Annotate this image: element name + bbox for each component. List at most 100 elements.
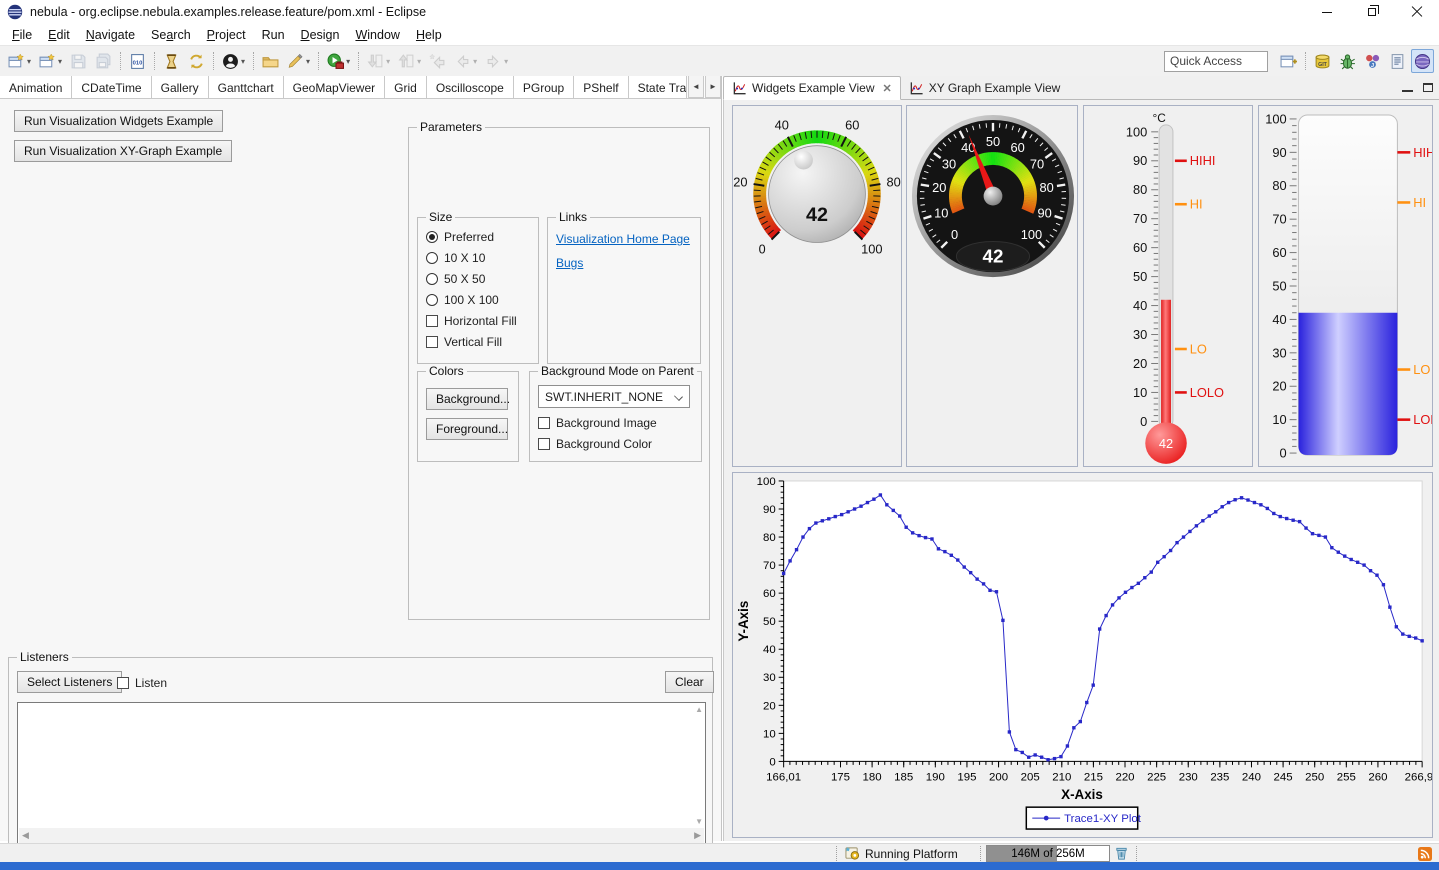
- size-option-preferred[interactable]: Preferred: [418, 226, 538, 247]
- prev-annotation-dropdown-icon[interactable]: ▾: [417, 57, 421, 66]
- menu-navigate[interactable]: Navigate: [78, 28, 143, 42]
- gauge-widget[interactable]: 010203040506070809010042: [906, 105, 1078, 467]
- view-tab-xy-graph-example-view[interactable]: XY Graph Example View: [901, 76, 1069, 100]
- size-option-50-x-50[interactable]: 50 X 50: [418, 268, 538, 289]
- heap-status[interactable]: 146M of 256M: [986, 845, 1110, 862]
- example-tab-ganttchart[interactable]: Ganttchart: [209, 76, 284, 99]
- menu-file[interactable]: File: [4, 28, 40, 42]
- example-tab-cdatetime[interactable]: CDateTime: [72, 76, 151, 99]
- run-dropdown-icon[interactable]: ▾: [346, 57, 350, 66]
- scripting-perspective-button[interactable]: [1386, 49, 1409, 73]
- select-listeners-button[interactable]: Select Listeners: [17, 671, 122, 693]
- debug-perspective-button[interactable]: [1336, 49, 1359, 73]
- run-gc-button[interactable]: [1114, 844, 1129, 863]
- size-option-10-x-10[interactable]: 10 X 10: [418, 247, 538, 268]
- svg-text:80: 80: [886, 174, 900, 189]
- example-tab-oscilloscope[interactable]: Oscilloscope: [427, 76, 514, 99]
- run-button[interactable]: ▾: [324, 49, 353, 73]
- example-tab-animation[interactable]: Animation: [0, 76, 72, 99]
- git-perspective-button[interactable]: GIT: [1311, 49, 1334, 73]
- menu-search[interactable]: Search: [143, 28, 199, 42]
- menu-window[interactable]: Window: [347, 28, 407, 42]
- back-dropdown-icon[interactable]: ▾: [473, 57, 477, 66]
- binary-file-button[interactable]: 010: [126, 49, 149, 73]
- clear-button[interactable]: Clear: [665, 671, 714, 693]
- minimize-button[interactable]: [1304, 0, 1349, 24]
- background-mode-dropdown[interactable]: SWT.INHERIT_NONE: [538, 385, 690, 408]
- size-group-title: Size: [426, 210, 455, 224]
- forward-icon: [485, 53, 502, 70]
- menu-project[interactable]: Project: [199, 28, 254, 42]
- scroll-left-icon[interactable]: ◀: [22, 830, 29, 841]
- svg-text:90: 90: [1272, 145, 1286, 160]
- new-menu-button[interactable]: ▾: [36, 49, 65, 73]
- menu-run[interactable]: Run: [254, 28, 293, 42]
- forward-button[interactable]: ▾: [482, 49, 511, 73]
- size-option-100-x-100[interactable]: 100 X 100: [418, 289, 538, 310]
- scroll-right-icon[interactable]: ▶: [694, 830, 701, 841]
- new-wizard-dropdown-icon[interactable]: ▾: [27, 57, 31, 66]
- refresh-button[interactable]: [185, 49, 208, 73]
- link-visualization-home-page[interactable]: Visualization Home Page: [556, 232, 700, 246]
- view-tab-widgets-example-view[interactable]: Widgets Example View✕: [723, 76, 901, 100]
- background-color-checkbox[interactable]: Background Color: [530, 433, 701, 454]
- toolbar-separator: [1305, 52, 1306, 70]
- menu-edit[interactable]: Edit: [40, 28, 78, 42]
- new-wizard-button[interactable]: ▾: [5, 49, 34, 73]
- restore-button[interactable]: [1349, 0, 1394, 24]
- scroll-down-icon[interactable]: ▼: [695, 817, 703, 826]
- save-all-button[interactable]: [92, 49, 115, 73]
- minimize-view-icon[interactable]: [1402, 83, 1413, 92]
- example-tab-pshelf[interactable]: PShelf: [574, 76, 628, 99]
- run-widgets-example-button[interactable]: Run Visualization Widgets Example: [14, 110, 223, 132]
- thermometer-widget[interactable]: °C0102030405060708090100HIHIHILOLOLO42: [1083, 105, 1253, 467]
- user-dropdown-icon[interactable]: ▾: [241, 57, 245, 66]
- menu-design[interactable]: Design: [293, 28, 348, 42]
- next-annotation-button[interactable]: ▾: [364, 49, 393, 73]
- foreground-color-button[interactable]: Foreground...: [426, 418, 508, 440]
- xy-graph[interactable]: 0102030405060708090100166,01175180185190…: [732, 472, 1433, 838]
- highlighter-button[interactable]: ▾: [284, 49, 313, 73]
- last-edit-location-button[interactable]: [426, 49, 449, 73]
- example-tab-grid[interactable]: Grid: [385, 76, 427, 99]
- horizontal-scrollbar[interactable]: ◀▶: [19, 828, 704, 843]
- tab-scroll-right-icon[interactable]: ►: [705, 76, 721, 98]
- tank-widget[interactable]: 0102030405060708090100HIHIHILOLOLO: [1258, 105, 1433, 467]
- news-feed-button[interactable]: [1418, 844, 1432, 863]
- listener-log-area[interactable]: ▲ ▼ ◀▶: [17, 702, 706, 845]
- scroll-up-icon[interactable]: ▲: [695, 705, 703, 714]
- svg-text:70: 70: [763, 560, 776, 572]
- open-perspective-button[interactable]: [1277, 49, 1300, 73]
- java-perspective-button[interactable]: J: [1361, 49, 1384, 73]
- forward-dropdown-icon[interactable]: ▾: [504, 57, 508, 66]
- user-button[interactable]: ▾: [219, 49, 248, 73]
- knob-widget[interactable]: 02040608010042: [732, 105, 902, 467]
- tab-scroll-buttons: ◄►: [686, 76, 721, 98]
- example-tab-gallery[interactable]: Gallery: [152, 76, 209, 99]
- background-image-checkbox[interactable]: Background Image: [530, 412, 701, 433]
- new-menu-dropdown-icon[interactable]: ▾: [58, 57, 62, 66]
- highlighter-dropdown-icon[interactable]: ▾: [306, 57, 310, 66]
- back-button[interactable]: ▾: [451, 49, 480, 73]
- ant-build-button[interactable]: [160, 49, 183, 73]
- link-bugs[interactable]: Bugs: [556, 256, 700, 270]
- background-color-button[interactable]: Background...: [426, 388, 508, 410]
- run-xygraph-example-button[interactable]: Run Visualization XY-Graph Example: [14, 140, 232, 162]
- listen-checkbox[interactable]: Listen: [109, 672, 167, 693]
- quick-access-input[interactable]: [1164, 51, 1268, 72]
- size-horizontal-fill-checkbox[interactable]: Horizontal Fill: [418, 310, 538, 331]
- open-folder-button[interactable]: [259, 49, 282, 73]
- size-vertical-fill-checkbox[interactable]: Vertical Fill: [418, 331, 538, 352]
- example-tab-pgroup[interactable]: PGroup: [514, 76, 574, 99]
- example-tab-geomapviewer[interactable]: GeoMapViewer: [284, 76, 386, 99]
- next-annotation-dropdown-icon[interactable]: ▾: [386, 57, 390, 66]
- close-button[interactable]: [1394, 0, 1439, 24]
- close-view-icon[interactable]: ✕: [883, 82, 892, 95]
- menu-help[interactable]: Help: [408, 28, 450, 42]
- parameters-group-title: Parameters: [417, 120, 485, 134]
- save-button[interactable]: [67, 49, 90, 73]
- maximize-view-icon[interactable]: [1423, 83, 1433, 92]
- plugin-perspective-button[interactable]: [1411, 49, 1434, 73]
- prev-annotation-button[interactable]: ▾: [395, 49, 424, 73]
- tab-scroll-left-icon[interactable]: ◄: [688, 76, 704, 98]
